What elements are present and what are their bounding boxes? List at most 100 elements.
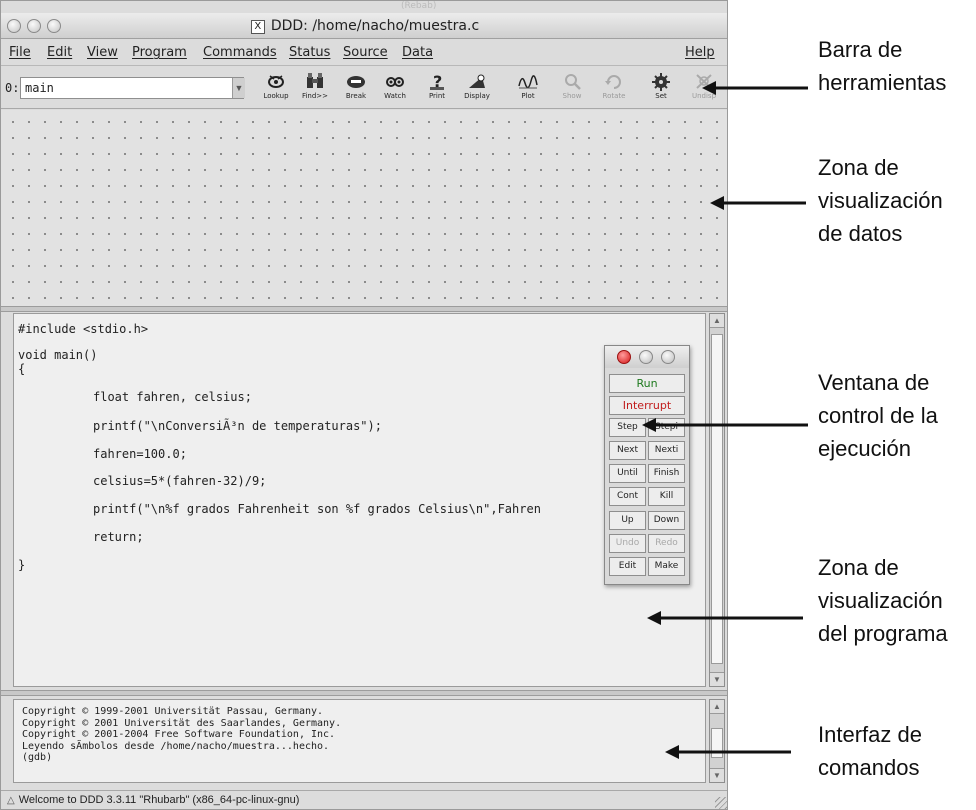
- watch-glasses-icon: [386, 77, 404, 87]
- console-line: Leyendo sÃ­mbolos desde /home/nacho/mues…: [22, 740, 330, 752]
- control-minimize-button[interactable]: [639, 350, 653, 364]
- rotate-icon: [605, 75, 621, 89]
- console-prompt: (gdb): [22, 752, 53, 763]
- source-console-splitter[interactable]: [1, 690, 727, 696]
- gdb-console[interactable]: Copyright © 1999-2001 Universität Passau…: [13, 699, 706, 783]
- source-code-area[interactable]: #include <stdio.h> void main() { float f…: [13, 313, 706, 687]
- argument-prefix: 0:: [5, 81, 20, 95]
- annotation-console: Interfaz de comandos: [818, 718, 922, 784]
- break-label: Break: [345, 92, 367, 100]
- console-scroll-down-arrow-icon[interactable]: ▼: [710, 768, 724, 782]
- undo-button[interactable]: Undo: [609, 534, 646, 553]
- watch-label: Watch: [384, 92, 406, 100]
- control-window-titlebar[interactable]: [605, 346, 689, 368]
- display-button[interactable]: Display: [458, 71, 496, 107]
- annotation-text: ejecución: [818, 436, 911, 461]
- scroll-up-arrow-icon[interactable]: ▲: [710, 314, 724, 328]
- menu-view[interactable]: View: [87, 45, 118, 60]
- annotation-text: visualización: [818, 188, 943, 213]
- edit-button[interactable]: Edit: [609, 557, 646, 576]
- source-line: float fahren, celsius;: [93, 390, 252, 404]
- status-triangle-icon[interactable]: △: [7, 795, 15, 806]
- lookup-icon: [268, 75, 284, 88]
- cont-button[interactable]: Cont: [609, 487, 646, 506]
- menu-status[interactable]: Status: [289, 45, 330, 60]
- watch-button[interactable]: Watch: [376, 71, 414, 107]
- interrupt-button[interactable]: Interrupt: [609, 396, 685, 415]
- set-gears-icon: [652, 73, 670, 91]
- next-button[interactable]: Next: [609, 441, 646, 460]
- annotation-toolbar: Barra de herramientas: [818, 33, 946, 99]
- show-button[interactable]: Show: [553, 71, 591, 107]
- set-button[interactable]: Set: [642, 71, 680, 107]
- menu-commands[interactable]: Commands: [203, 45, 277, 60]
- stop-sign-icon: [347, 76, 365, 88]
- menu-edit[interactable]: Edit: [47, 45, 72, 60]
- arrow-toolbar-icon: [702, 81, 808, 95]
- control-zoom-button[interactable]: [661, 350, 675, 364]
- menu-bar: File Edit View Program Commands Status S…: [1, 40, 727, 66]
- menu-source[interactable]: Source: [343, 45, 388, 60]
- annotation-text: control de la: [818, 403, 938, 428]
- down-button[interactable]: Down: [648, 511, 685, 530]
- rotate-button[interactable]: Rotate: [595, 71, 633, 107]
- title-bar[interactable]: X DDD: /home/nacho/muestra.c: [1, 13, 727, 39]
- window-title: X DDD: /home/nacho/muestra.c: [1, 18, 727, 34]
- console-scroll-up-arrow-icon[interactable]: ▲: [710, 700, 724, 714]
- data-display-area[interactable]: [1, 110, 727, 306]
- print-button[interactable]: ? Print: [418, 71, 456, 107]
- annotation-text: visualización: [818, 588, 943, 613]
- annotation-text: Ventana de: [818, 370, 930, 395]
- annotation-text: comandos: [818, 755, 920, 780]
- annotation-text: Barra de: [818, 37, 903, 62]
- window-title-text: DDD: /home/nacho/muestra.c: [270, 18, 480, 34]
- x11-icon: X: [250, 20, 265, 34]
- source-scrollbar[interactable]: ▲ ▼: [709, 313, 725, 687]
- finish-button[interactable]: Finish: [648, 464, 685, 483]
- scroll-down-arrow-icon[interactable]: ▼: [710, 672, 724, 686]
- binoculars-icon: [307, 73, 323, 88]
- annotation-text: de datos: [818, 221, 903, 246]
- find-button[interactable]: Find>>: [296, 71, 334, 107]
- display-label: Display: [464, 92, 490, 100]
- plot-wave-icon: [518, 75, 538, 89]
- argument-dropdown-button[interactable]: ▼: [232, 78, 245, 98]
- run-button[interactable]: Run: [609, 374, 685, 393]
- make-button[interactable]: Make: [648, 557, 685, 576]
- lookup-button[interactable]: Lookup: [257, 71, 295, 107]
- background-label: (Rebab): [401, 1, 437, 11]
- menu-help[interactable]: Help: [685, 45, 715, 60]
- source-line: printf("\nConversiÃ³n de temperaturas");: [93, 419, 382, 433]
- question-mark-icon: ?: [430, 72, 444, 91]
- find-label: Find>>: [301, 92, 329, 100]
- menu-data[interactable]: Data: [402, 45, 433, 60]
- plot-button[interactable]: Plot: [509, 71, 547, 107]
- annotation-text: herramientas: [818, 70, 947, 95]
- arrow-control-window-icon: [642, 418, 808, 432]
- break-button[interactable]: Break: [337, 71, 375, 107]
- console-scrollbar[interactable]: ▲ ▼: [709, 699, 725, 783]
- show-label: Show: [562, 92, 582, 100]
- ddd-window: (Rebab) X DDD: /home/nacho/muestra.c File…: [0, 0, 728, 810]
- control-close-button[interactable]: [617, 350, 631, 364]
- menu-program[interactable]: Program: [132, 45, 187, 60]
- execution-control-window: Run Interrupt Step Stepi Next Nexti Unti…: [604, 345, 690, 585]
- resize-grip-icon[interactable]: [715, 797, 727, 809]
- until-button[interactable]: Until: [609, 464, 646, 483]
- annotation-text: Zona de: [818, 555, 899, 580]
- argument-field[interactable]: main: [20, 77, 244, 99]
- up-button[interactable]: Up: [609, 511, 646, 530]
- annotation-text: Interfaz de: [818, 722, 922, 747]
- data-source-splitter[interactable]: [1, 306, 727, 312]
- source-line: #include <stdio.h>: [18, 322, 149, 336]
- rotate-label: Rotate: [602, 92, 626, 100]
- source-line: {: [18, 362, 26, 376]
- source-line: }: [18, 558, 26, 572]
- nexti-button[interactable]: Nexti: [648, 441, 685, 460]
- menu-file[interactable]: File: [9, 45, 31, 60]
- console-line: Copyright © 1999-2001 Universität Passau…: [22, 706, 324, 717]
- annotation-control-window: Ventana de control de la ejecución: [818, 366, 938, 465]
- kill-button[interactable]: Kill: [648, 487, 685, 506]
- redo-button[interactable]: Redo: [648, 534, 685, 553]
- annotation-data-area: Zona de visualización de datos: [818, 151, 943, 250]
